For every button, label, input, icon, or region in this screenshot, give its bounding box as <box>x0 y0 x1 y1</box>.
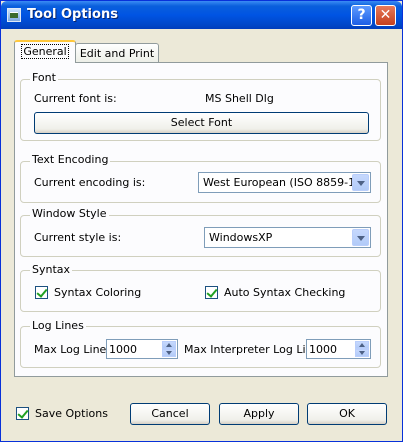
current-font-label: Current font is: <box>34 92 117 105</box>
app-icon <box>7 8 21 22</box>
syntax-coloring-label[interactable]: Syntax Coloring <box>54 286 141 299</box>
log-lines-legend: Log Lines <box>30 319 86 332</box>
tab-edit-and-print-label: Edit and Print <box>79 47 155 60</box>
current-encoding-label: Current encoding is: <box>34 176 146 189</box>
style-select[interactable]: WindowsXP <box>204 227 371 248</box>
ok-button[interactable]: OK <box>307 403 387 425</box>
auto-syntax-checking-checkbox[interactable] <box>205 286 218 299</box>
style-select-value: WindowsXP <box>209 231 273 244</box>
chevron-down-icon[interactable] <box>352 174 369 191</box>
window-title: Tool Options <box>27 7 118 22</box>
tab-edit-and-print[interactable]: Edit and Print <box>75 43 159 63</box>
auto-syntax-checking-label[interactable]: Auto Syntax Checking <box>224 286 345 299</box>
max-log-lines-input[interactable] <box>108 341 165 357</box>
select-font-button[interactable]: Select Font <box>34 112 369 134</box>
chevron-down-icon[interactable] <box>352 229 369 246</box>
font-group-legend: Font <box>30 71 58 84</box>
syntax-coloring-checkbox[interactable] <box>35 286 48 299</box>
cancel-button[interactable]: Cancel <box>130 403 210 425</box>
syntax-legend: Syntax <box>30 263 73 276</box>
max-log-lines-stepper[interactable] <box>106 339 178 359</box>
encoding-select[interactable]: West European (ISO 8859-15) <box>198 172 371 193</box>
max-interpreter-log-lines-stepper[interactable] <box>306 339 371 359</box>
window-style-legend: Window Style <box>30 207 109 220</box>
text-encoding-legend: Text Encoding <box>30 153 111 166</box>
help-button[interactable]: ? <box>351 5 372 26</box>
title-bar[interactable]: Tool Options ? ✕ <box>1 1 402 29</box>
spin-down-icon[interactable] <box>355 349 369 357</box>
current-style-label: Current style is: <box>34 231 122 244</box>
spin-up-icon[interactable] <box>355 341 369 349</box>
apply-button[interactable]: Apply <box>219 403 299 425</box>
spin-up-icon[interactable] <box>162 341 176 349</box>
current-font-value: MS Shell Dlg <box>205 92 274 105</box>
save-options-checkbox[interactable] <box>16 407 29 420</box>
save-options-label[interactable]: Save Options <box>35 407 108 420</box>
tab-general-label: General <box>21 44 69 59</box>
encoding-select-value: West European (ISO 8859-15) <box>203 176 367 189</box>
max-log-lines-label: Max Log Lines: <box>34 343 116 356</box>
tab-general[interactable]: General <box>14 40 76 63</box>
max-interpreter-log-lines-input[interactable] <box>308 341 357 357</box>
close-button[interactable]: ✕ <box>375 5 396 26</box>
spin-down-icon[interactable] <box>162 349 176 357</box>
